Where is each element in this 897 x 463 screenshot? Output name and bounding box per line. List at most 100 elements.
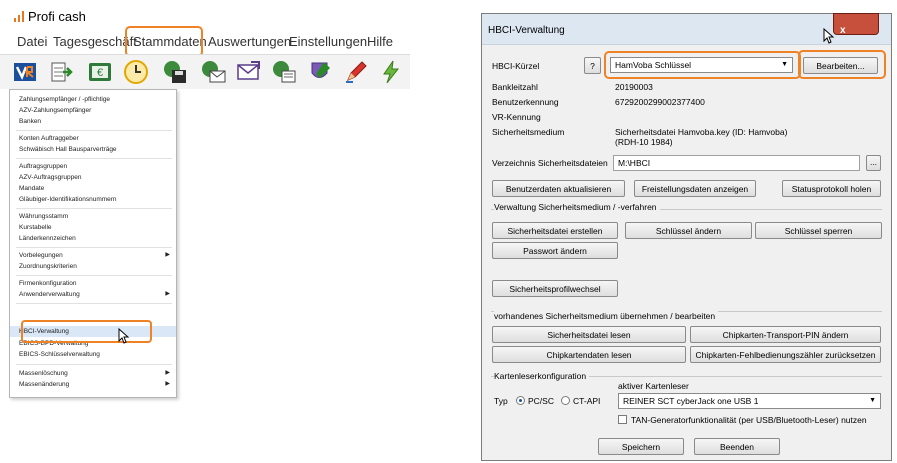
menu-datei[interactable]: Datei (17, 34, 47, 49)
vr-kennung-label: VR-Kennung (492, 112, 541, 122)
menu-separator (16, 247, 172, 248)
menu-item-bausparvertraege[interactable]: Schwäbisch Hall Bausparverträge (10, 144, 176, 155)
radio-pcsc[interactable] (516, 396, 525, 405)
kartenleser-value: REINER SCT cyberJack one USB 1 (623, 396, 759, 406)
menu-item-auftragsgruppen[interactable]: Auftragsgruppen (10, 161, 176, 172)
menu-item-kurstabelle[interactable]: Kurstabelle (10, 222, 176, 233)
submenu-arrow-icon: ▶ (165, 381, 170, 387)
stammdaten-highlight (125, 26, 203, 57)
chevron-down-icon: ▼ (869, 397, 876, 404)
speichern-button[interactable]: Speichern (598, 438, 684, 455)
section-kartenleser-title: Kartenleserkonfiguration (494, 371, 590, 381)
vr-bank-icon[interactable] (12, 59, 38, 85)
menu-auswertungen[interactable]: Auswertungen (208, 34, 291, 49)
statusprotokoll-label: Statusprotokoll holen (791, 184, 872, 194)
menu-item-zahlungsempfaenger[interactable]: Zahlungsempfänger / -pflichtige (10, 94, 176, 105)
aktiver-kartenleser-label: aktiver Kartenleser (618, 381, 689, 391)
sicherheitsprofilwechsel-button[interactable]: Sicherheitsprofilwechsel (492, 280, 618, 297)
toolbar: € (0, 54, 410, 89)
menu-item-konten-auftraggeber[interactable]: Konten Auftraggeber (10, 133, 176, 144)
submenu-arrow-icon: ▶ (165, 370, 170, 376)
clock-icon[interactable] (123, 59, 149, 85)
title-bar: Profi cash (0, 0, 410, 30)
sicherheitsdatei-lesen-button[interactable]: Sicherheitsdatei lesen (492, 326, 686, 343)
hbci-verwaltung-dialog: HBCI-Verwaltung x HBCI-Kürzel ? HamVoba … (481, 13, 892, 461)
profi-cash-window: Profi cash Datei Tagesgeschäft Stammdate… (0, 0, 410, 463)
menu-item-waehrungsstamm[interactable]: Währungsstamm (10, 211, 176, 222)
bankleitzahl-label: Bankleitzahl (492, 82, 538, 92)
fehlbedienungszaehler-label: Chipkarten-Fehlbedienungszähler zurückse… (695, 350, 876, 360)
menu-separator (16, 130, 172, 131)
menu-item-massenloeschung[interactable]: Massenlöschung ▶ (10, 368, 176, 379)
help-button[interactable]: ? (584, 57, 601, 74)
menu-item-zuordnungskriterien[interactable]: Zuordnungskriterien (10, 261, 176, 272)
shield-icon[interactable] (307, 59, 333, 85)
transport-pin-button[interactable]: Chipkarten-Transport-PIN ändern (690, 326, 881, 343)
accounts-icon[interactable] (271, 59, 297, 85)
menu-item-banken[interactable]: Banken (10, 116, 176, 127)
menu-item-ebics-schluessel[interactable]: EBICS-Schlüsselverwaltung (10, 349, 176, 360)
chipkartendaten-lesen-button[interactable]: Chipkartendaten lesen (492, 346, 686, 363)
statusprotokoll-button[interactable]: Statusprotokoll holen (782, 180, 881, 197)
dialog-title-bar: HBCI-Verwaltung x (482, 13, 891, 45)
menu-item-firmenkonfiguration[interactable]: Firmenkonfiguration (10, 278, 176, 289)
submenu-arrow-icon: ▶ (165, 291, 170, 297)
passwort-aendern-label: Passwort ändern (523, 246, 587, 256)
sicherheitsmedium-label: Sicherheitsmedium (492, 127, 565, 137)
mail-icon[interactable] (235, 59, 261, 85)
benutzerdaten-aktualisieren-button[interactable]: Benutzerdaten aktualisieren (492, 180, 625, 197)
freistellungsdaten-button[interactable]: Freistellungsdaten anzeigen (634, 180, 756, 197)
hbci-verwaltung-highlight (21, 320, 152, 343)
menu-separator (16, 158, 172, 159)
euro-icon[interactable]: € (87, 59, 113, 85)
bankleitzahl-value: 20190003 (615, 82, 653, 92)
sicherheitsmedium-value: Sicherheitsdatei Hamvoba.key (ID: Hamvob… (615, 127, 788, 137)
menu-item-vorbelegungen[interactable]: Vorbelegungen ▶ (10, 250, 176, 261)
menu-hilfe[interactable]: Hilfe (367, 34, 393, 49)
schluessel-sperren-button[interactable]: Schlüssel sperren (755, 222, 882, 239)
tan-generator-checkbox[interactable] (618, 415, 627, 424)
sicherheitsmedium-version: (RDH-10 1984) (615, 137, 673, 147)
close-button[interactable]: x (833, 13, 879, 36)
menu-item-massenaenderung[interactable]: Massenänderung ▶ (10, 379, 176, 390)
send-mail-icon[interactable] (200, 59, 226, 85)
kartenleser-select[interactable]: REINER SCT cyberJack one USB 1 ▼ (618, 393, 881, 409)
menu-separator (16, 303, 172, 304)
freistellungsdaten-label: Freistellungsdaten anzeigen (641, 184, 749, 194)
menu-einstellungen[interactable]: Einstellungen (289, 34, 367, 49)
menu-item-mandate[interactable]: Mandate (10, 183, 176, 194)
menu-item-azv-auftragsgruppen[interactable]: AZV-Auftragsgruppen (10, 172, 176, 183)
typ-label: Typ (494, 396, 508, 406)
mouse-cursor-icon (118, 328, 130, 344)
save-icon[interactable] (162, 59, 188, 85)
tan-generator-label: TAN-Generatorfunktionalität (per USB/Blu… (631, 415, 867, 425)
verzeichnis-label: Verzeichnis Sicherheitsdateien (492, 158, 608, 168)
chipkartendaten-label: Chipkartendaten lesen (546, 350, 632, 360)
menu-item-glaeubiger-id[interactable]: Gläubiger-Identifikationsnummern (10, 194, 176, 205)
schluessel-sperren-label: Schlüssel sperren (784, 226, 853, 236)
menu-item-anwenderverwaltung[interactable]: Anwenderverwaltung ▶ (10, 289, 176, 300)
menu-item-azv-zahlungsempfaenger[interactable]: AZV-Zahlungsempfänger (10, 105, 176, 116)
radio-pcsc-label: PC/SC (528, 396, 554, 406)
beenden-button[interactable]: Beenden (694, 438, 780, 455)
browse-button[interactable]: ... (866, 155, 881, 171)
close-icon: x (840, 25, 846, 36)
menu-item-laenderkennzeichen[interactable]: Länderkennzeichen (10, 233, 176, 244)
verzeichnis-input[interactable]: M:\HBCI (613, 155, 860, 171)
fehlbedienungszaehler-button[interactable]: Chipkarten-Fehlbedienungszähler zurückse… (690, 346, 881, 363)
lightning-icon[interactable] (378, 59, 404, 85)
sicherheitsprofilwechsel-label: Sicherheitsprofilwechsel (509, 284, 601, 294)
hbci-kuerzel-label: HBCI-Kürzel (492, 61, 540, 71)
pen-icon[interactable] (343, 59, 369, 85)
benutzerkennung-value: 6729200299002377400 (615, 97, 705, 107)
schluessel-aendern-button[interactable]: Schlüssel ändern (625, 222, 752, 239)
sicherheitsdatei-erstellen-button[interactable]: Sicherheitsdatei erstellen (492, 222, 618, 239)
beenden-label: Beenden (719, 442, 755, 452)
speichern-label: Speichern (621, 442, 661, 452)
schluessel-aendern-label: Schlüssel ändern (655, 226, 722, 236)
verzeichnis-value: M:\HBCI (618, 158, 651, 168)
radio-ctapi[interactable] (561, 396, 570, 405)
menu-separator (16, 275, 172, 276)
transfer-icon[interactable] (48, 59, 74, 85)
passwort-aendern-button[interactable]: Passwort ändern (492, 242, 618, 259)
